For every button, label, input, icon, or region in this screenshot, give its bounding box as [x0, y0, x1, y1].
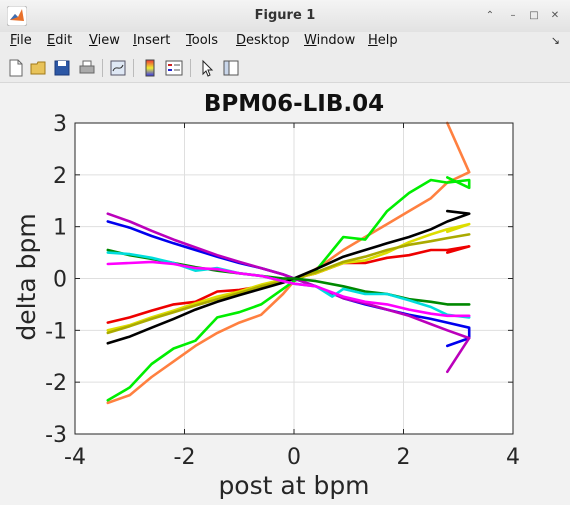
x-axis-label: post at bpm [218, 471, 369, 500]
menu-desktop[interactable]: Desktop [236, 33, 290, 48]
y-axis-label: delta bpm [12, 213, 41, 340]
menu-insert[interactable]: Insert [133, 33, 170, 48]
colorbar-icon[interactable] [140, 58, 160, 78]
y-tick-label: -2 [45, 371, 67, 396]
menu-view[interactable]: View [89, 33, 120, 48]
x-tick-label: 0 [287, 445, 301, 470]
print-icon[interactable] [77, 58, 97, 78]
x-tick-label: 4 [506, 445, 520, 470]
toolbar-separator [102, 59, 103, 77]
menu-help[interactable]: Help [368, 33, 398, 48]
menu-bar: File Edit View Insert Tools Desktop Wind… [0, 32, 570, 52]
menu-edit[interactable]: Edit [47, 33, 72, 48]
legend-icon[interactable] [164, 58, 184, 78]
link-plot-icon[interactable] [108, 58, 128, 78]
y-tick-label: 1 [53, 216, 67, 241]
window-minimize-button[interactable]: – [505, 8, 521, 24]
property-inspector-icon[interactable] [221, 58, 241, 78]
menu-window[interactable]: Window [304, 33, 355, 48]
edit-plot-arrow-icon[interactable] [197, 58, 217, 78]
dock-figure-icon[interactable]: ↘ [551, 34, 560, 47]
y-tick-label: 2 [53, 164, 67, 189]
save-icon[interactable] [52, 58, 72, 78]
window-titlebar: Figure 1 ⌃ – □ ✕ [0, 0, 570, 33]
toolbar-separator [190, 59, 191, 77]
figure-toolbar [0, 54, 570, 83]
menu-file[interactable]: File [10, 33, 32, 48]
y-tick-label: 0 [53, 268, 67, 293]
y-tick-label: -1 [45, 319, 67, 344]
window-close-button[interactable]: ✕ [547, 8, 563, 24]
menu-tools[interactable]: Tools [186, 33, 218, 48]
figure-canvas: BPM06-LIB.04 post at bpm delta bpm -4 -2 0… [0, 83, 570, 505]
window-maximize-button[interactable]: □ [526, 8, 542, 24]
open-file-icon[interactable] [29, 58, 49, 78]
toolbar-separator [133, 59, 134, 77]
chart-title: BPM06-LIB.04 [204, 91, 384, 117]
new-figure-icon[interactable] [6, 58, 26, 78]
x-tick-label: -4 [64, 445, 86, 470]
x-tick-label: 2 [397, 445, 411, 470]
plot-svg[interactable]: BPM06-LIB.04 post at bpm delta bpm -4 -2 0… [0, 83, 570, 505]
x-tick-label: -2 [174, 445, 196, 470]
y-tick-label: -3 [45, 423, 67, 448]
window-up-icon[interactable]: ⌃ [482, 8, 498, 24]
y-tick-label: 3 [53, 112, 67, 137]
